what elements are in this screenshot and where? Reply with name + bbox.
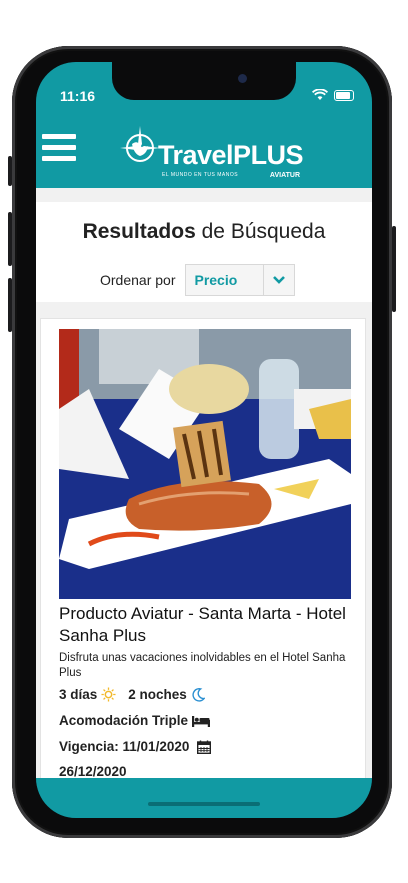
calendar-icon bbox=[197, 740, 212, 754]
validity-end-text: 26/12/2020 bbox=[59, 764, 127, 778]
menu-icon[interactable] bbox=[42, 134, 76, 164]
page-title: Resultados de Búsqueda bbox=[36, 220, 372, 244]
sort-label: Ordenar por bbox=[100, 272, 176, 288]
wifi-icon bbox=[312, 89, 328, 100]
result-title[interactable]: Producto Aviatur - Santa Marta - Hotel S… bbox=[59, 603, 359, 647]
validity-row: Vigencia: 11/01/2020 bbox=[59, 739, 212, 754]
globe-compass-icon bbox=[120, 126, 160, 162]
status-bar: 11:16 bbox=[36, 62, 372, 114]
logo-tagline: EL MUNDO EN TUS MANOS bbox=[162, 172, 239, 178]
sort-select[interactable]: Precio bbox=[185, 264, 296, 296]
sort-row: Ordenar por Precio bbox=[100, 264, 296, 296]
app-header: TravelPLUS EL MUNDO EN TUS MANOS AVIATUR bbox=[36, 114, 372, 188]
validity-end-row: 26/12/2020 bbox=[59, 764, 127, 778]
duration-row: 3 días 2 noches bbox=[59, 687, 205, 702]
camera-icon bbox=[238, 74, 247, 83]
accommodation-row: Acomodación Triple bbox=[59, 713, 211, 728]
logo-text: TravelPLUS bbox=[158, 140, 304, 170]
result-description: Disfruta unas vacaciones inolvidables en… bbox=[59, 652, 346, 679]
status-icons bbox=[312, 89, 354, 101]
sun-icon bbox=[101, 687, 116, 702]
hotel-food-photo[interactable] bbox=[59, 329, 351, 599]
status-time: 11:16 bbox=[60, 88, 96, 104]
home-indicator[interactable] bbox=[148, 802, 260, 806]
title-bold: Resultados bbox=[82, 220, 196, 243]
logo-brand: AVIATUR bbox=[269, 172, 300, 179]
battery-icon bbox=[334, 89, 354, 101]
accommodation-text: Acomodación Triple bbox=[59, 713, 189, 728]
phone-screen: 11:16 TravelPLUS EL MUNDO EN TUS MANOS A… bbox=[36, 62, 372, 818]
bottom-bar bbox=[36, 778, 372, 818]
volume-up-button bbox=[8, 212, 12, 266]
nights-text: 2 noches bbox=[128, 687, 187, 702]
volume-down-button bbox=[8, 278, 12, 332]
power-button bbox=[392, 226, 396, 312]
result-card[interactable]: Producto Aviatur - Santa Marta - Hotel S… bbox=[40, 318, 366, 778]
validity-text: Vigencia: 11/01/2020 bbox=[59, 739, 190, 754]
title-rest: de Búsqueda bbox=[201, 220, 326, 243]
search-card: Resultados de Búsqueda Ordenar por Preci… bbox=[36, 202, 372, 302]
days-text: 3 días bbox=[59, 687, 98, 702]
notch bbox=[112, 62, 296, 100]
chevron-down-icon[interactable] bbox=[263, 265, 294, 295]
travelplus-logo: TravelPLUS EL MUNDO EN TUS MANOS AVIATUR bbox=[118, 124, 308, 184]
main-content: Resultados de Búsqueda Ordenar por Preci… bbox=[36, 188, 372, 778]
mute-switch bbox=[8, 156, 12, 186]
sort-value: Precio bbox=[194, 272, 238, 288]
bed-icon bbox=[192, 715, 211, 727]
moon-icon bbox=[192, 687, 205, 702]
